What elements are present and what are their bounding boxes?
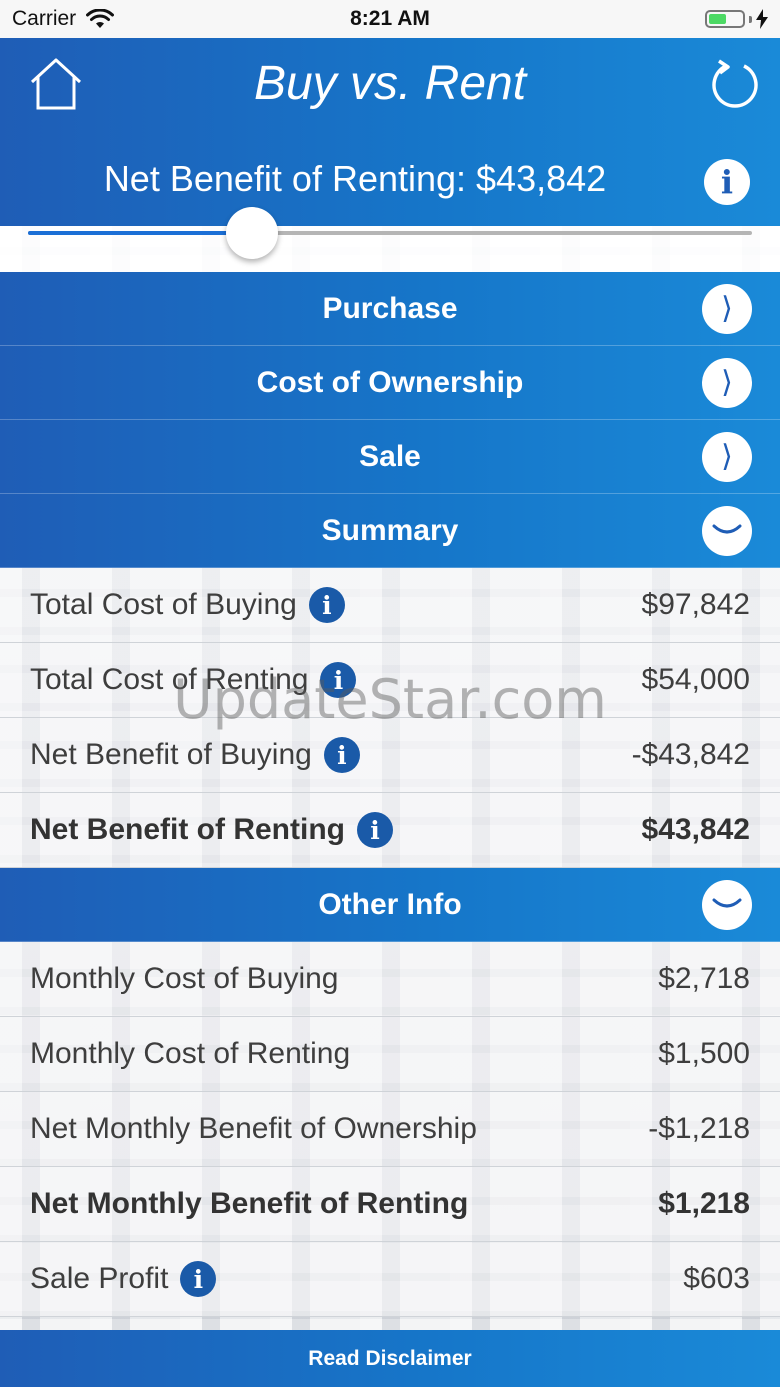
- row-label: Sale Profit: [30, 1262, 169, 1295]
- years-slider[interactable]: [0, 207, 780, 272]
- row-label: Net Monthly Benefit of Renting: [30, 1187, 469, 1220]
- section-summary[interactable]: Summary: [0, 494, 780, 568]
- app-header: Buy vs. Rent Net Benefit of Renting: $43…: [0, 38, 780, 226]
- other-row-net-monthly-ownership: Net Monthly Benefit of Ownership -$1,218: [0, 1092, 780, 1167]
- chevron-down-icon[interactable]: [702, 879, 752, 930]
- row-value: $43,842: [641, 813, 750, 846]
- info-icon[interactable]: i: [320, 662, 357, 698]
- row-value: $2,718: [658, 962, 750, 995]
- summary-row-net-benefit-buying: Net Benefit of Buying i -$43,842: [0, 718, 780, 793]
- info-icon[interactable]: i: [180, 1261, 217, 1297]
- content-list: Purchase ⟩ Cost of Ownership ⟩ Sale ⟩ Su…: [0, 272, 780, 1317]
- other-row-monthly-cost-buying: Monthly Cost of Buying $2,718: [0, 942, 780, 1017]
- clock: 8:21 AM: [350, 7, 430, 30]
- section-label: Cost of Ownership: [256, 365, 524, 399]
- chevron-right-icon[interactable]: ⟩: [702, 357, 752, 408]
- info-icon[interactable]: i: [323, 737, 360, 773]
- chevron-right-icon[interactable]: ⟩: [702, 283, 752, 334]
- info-icon[interactable]: i: [357, 812, 393, 848]
- row-label: Total Cost of Buying: [30, 588, 297, 621]
- row-label: Monthly Cost of Buying: [30, 962, 339, 995]
- row-value: $97,842: [641, 588, 750, 621]
- carrier-label: Carrier: [12, 7, 77, 30]
- page-title: Buy vs. Rent: [253, 57, 527, 110]
- row-value: $54,000: [641, 663, 750, 696]
- row-value: $1,218: [658, 1187, 750, 1220]
- row-value: $1,500: [658, 1037, 750, 1070]
- section-label: Summary: [321, 513, 459, 547]
- summary-row-total-cost-buying: Total Cost of Buying i $97,842: [0, 568, 780, 643]
- summary-row-net-benefit-renting: Net Benefit of Renting i $43,842: [0, 793, 780, 868]
- refresh-icon[interactable]: [710, 58, 760, 108]
- other-row-sale-profit: Sale Profit i $603: [0, 1242, 780, 1317]
- status-bar: Carrier 8:21 AM: [0, 0, 780, 38]
- section-purchase[interactable]: Purchase ⟩: [0, 272, 780, 346]
- info-icon[interactable]: i: [308, 587, 345, 623]
- net-benefit-headline: Net Benefit of Renting: $43,842: [103, 158, 607, 199]
- row-label: Net Benefit of Buying: [30, 738, 312, 771]
- section-label: Sale: [359, 439, 421, 473]
- row-label: Net Monthly Benefit of Ownership: [30, 1112, 477, 1145]
- row-label: Monthly Cost of Renting: [30, 1037, 351, 1070]
- summary-row-total-cost-renting: Total Cost of Renting i $54,000: [0, 643, 780, 718]
- row-value: $603: [683, 1262, 750, 1295]
- slider-track[interactable]: [28, 207, 752, 259]
- section-label: Purchase: [322, 291, 458, 325]
- read-disclaimer-button[interactable]: Read Disclaimer: [0, 1330, 780, 1387]
- row-value: -$43,842: [631, 738, 750, 771]
- row-value: -$1,218: [648, 1112, 750, 1145]
- section-other-info[interactable]: Other Info: [0, 868, 780, 942]
- battery-icon: [705, 9, 768, 29]
- chevron-down-icon[interactable]: [702, 505, 752, 556]
- chevron-right-icon[interactable]: ⟩: [702, 431, 752, 482]
- footer-label: Read Disclaimer: [308, 1346, 472, 1370]
- section-cost-of-ownership[interactable]: Cost of Ownership ⟩: [0, 346, 780, 420]
- other-row-monthly-cost-renting: Monthly Cost of Renting $1,500: [0, 1017, 780, 1092]
- slider-fill: [28, 231, 253, 235]
- section-label: Other Info: [318, 887, 462, 921]
- slider-thumb[interactable]: [226, 207, 279, 259]
- wifi-icon: [86, 9, 115, 28]
- row-label: Net Benefit of Renting: [30, 813, 345, 846]
- info-icon[interactable]: i: [704, 159, 750, 205]
- other-row-net-monthly-renting: Net Monthly Benefit of Renting $1,218: [0, 1167, 780, 1242]
- section-sale[interactable]: Sale ⟩: [0, 420, 780, 494]
- row-label: Total Cost of Renting: [30, 663, 309, 696]
- charging-icon: [756, 9, 768, 29]
